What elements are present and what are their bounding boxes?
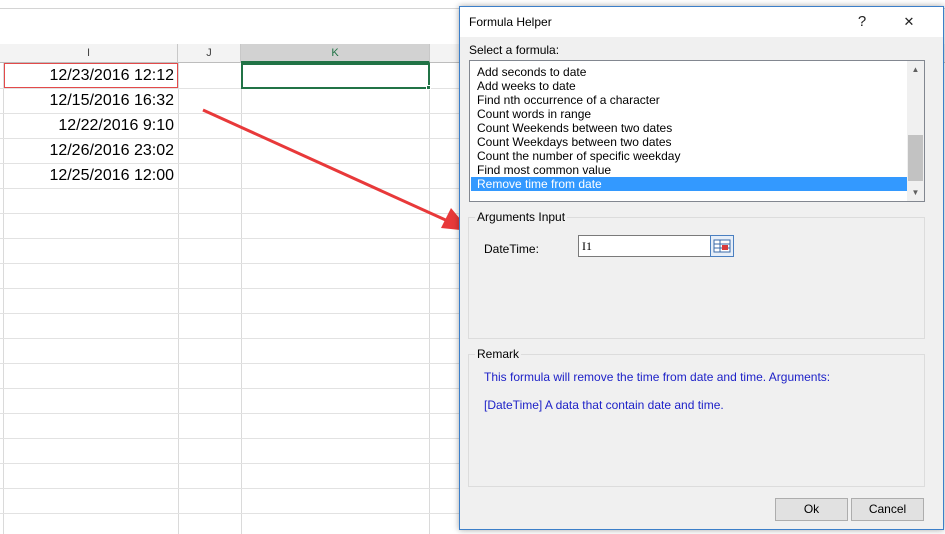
remark-title: Remark <box>475 347 522 361</box>
dialog-title: Formula Helper <box>469 15 552 29</box>
arguments-input-group: Arguments Input DateTime: I1 <box>468 210 925 339</box>
remark-description: This formula will remove the time from d… <box>484 370 831 384</box>
range-select-button[interactable] <box>710 235 734 257</box>
formula-item-selected[interactable]: Remove time from date <box>471 177 908 191</box>
cancel-button[interactable]: Cancel <box>851 498 924 521</box>
dialog-titlebar[interactable]: Formula Helper ? ✕ <box>460 7 943 37</box>
formula-item[interactable]: Count the number of specific weekday <box>471 149 908 163</box>
formula-helper-dialog: Formula Helper ? ✕ Select a formula: Add… <box>459 6 944 530</box>
select-formula-label: Select a formula: <box>469 43 560 57</box>
remark-arguments: [DateTime] A data that contain date and … <box>484 398 724 412</box>
arrow-shaft <box>202 108 451 224</box>
datetime-label: DateTime: <box>484 242 539 256</box>
datetime-input[interactable]: I1 <box>578 235 712 257</box>
formula-item[interactable]: Add seconds to date <box>471 65 908 79</box>
ok-button[interactable]: Ok <box>775 498 848 521</box>
range-select-icon <box>713 239 731 253</box>
formula-item[interactable]: Count words in range <box>471 107 908 121</box>
scroll-thumb[interactable] <box>908 135 923 181</box>
formula-item[interactable]: Find nth occurrence of a character <box>471 93 908 107</box>
close-button[interactable]: ✕ <box>896 11 922 33</box>
formula-item[interactable]: Find most common value <box>471 163 908 177</box>
formula-list-items: Add seconds to date Add weeks to date Fi… <box>471 65 908 191</box>
remark-group: Remark This formula will remove the time… <box>468 347 925 487</box>
formula-list[interactable]: Add seconds to date Add weeks to date Fi… <box>469 60 925 202</box>
formula-item[interactable]: Count Weekdays between two dates <box>471 135 908 149</box>
scroll-up-arrow-icon[interactable]: ▲ <box>907 61 924 78</box>
scroll-down-arrow-icon[interactable]: ▼ <box>907 184 924 201</box>
help-button[interactable]: ? <box>849 11 875 33</box>
formula-list-scrollbar[interactable]: ▲ ▼ <box>907 61 924 201</box>
formula-item[interactable]: Count Weekends between two dates <box>471 121 908 135</box>
formula-item[interactable]: Add weeks to date <box>471 79 908 93</box>
arguments-input-title: Arguments Input <box>475 210 568 224</box>
